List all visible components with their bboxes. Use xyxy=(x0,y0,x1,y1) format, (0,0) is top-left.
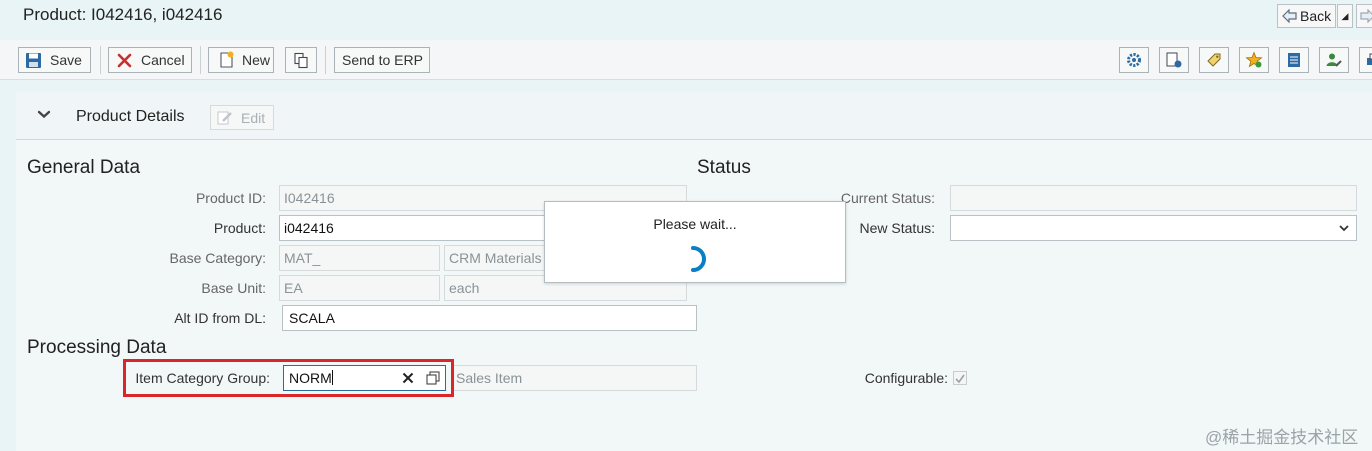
back-label: Back xyxy=(1300,8,1332,24)
copy-icon xyxy=(294,52,308,68)
back-menu-button[interactable]: ◢ xyxy=(1337,4,1353,28)
toolbar-separator xyxy=(325,46,326,74)
new-document-icon xyxy=(220,51,234,68)
star-add-icon[interactable] xyxy=(1239,47,1269,73)
tag-icon[interactable] xyxy=(1199,47,1229,73)
checkmark-icon xyxy=(955,374,965,384)
dropdown-arrow-icon: ◢ xyxy=(1341,10,1349,21)
copy-button[interactable] xyxy=(285,47,317,73)
new-label: New xyxy=(242,52,271,68)
configurable-label: Configurable: xyxy=(864,370,948,386)
chevron-down-icon[interactable] xyxy=(36,107,52,123)
save-button[interactable]: Save xyxy=(18,47,91,73)
general-data-title: General Data xyxy=(27,157,141,178)
cancel-x-icon xyxy=(117,53,132,67)
watermark-text: @稀土掘金技术社区 xyxy=(1205,428,1359,447)
product-id-label: Product ID: xyxy=(195,190,266,206)
configurable-checkbox[interactable] xyxy=(953,371,967,385)
base-unit-label: Base Unit: xyxy=(201,280,266,296)
print-icon[interactable] xyxy=(1359,47,1372,73)
save-label: Save xyxy=(50,52,82,68)
edit-label: Edit xyxy=(241,109,266,126)
highlight-box xyxy=(123,359,454,397)
back-arrow-icon xyxy=(1282,9,1297,23)
send-to-erp-label: Send to ERP xyxy=(342,52,423,68)
cancel-label: Cancel xyxy=(141,52,185,68)
toolbar-separator xyxy=(200,46,201,74)
alt-id-label: Alt ID from DL: xyxy=(174,310,266,326)
gear-icon[interactable] xyxy=(1119,47,1149,73)
cancel-button[interactable]: Cancel xyxy=(108,47,192,73)
item-category-group-desc: Sales Item xyxy=(451,365,697,391)
user-edit-icon[interactable] xyxy=(1319,47,1349,73)
page-title: Product: I042416, i042416 xyxy=(23,5,223,24)
back-button[interactable]: Back xyxy=(1277,4,1336,28)
new-button[interactable]: New xyxy=(208,47,274,73)
busy-spinner-icon xyxy=(688,246,710,272)
base-category-label: Base Category: xyxy=(169,250,267,266)
send-to-erp-button[interactable]: Send to ERP xyxy=(334,47,430,73)
panel-title: Product Details xyxy=(76,108,185,125)
forward-arrow-icon xyxy=(1360,9,1372,23)
please-wait-text: Please wait... xyxy=(653,216,737,232)
pencil-icon xyxy=(217,111,232,125)
status-title: Status xyxy=(697,157,751,178)
product-label: Product: xyxy=(213,220,266,236)
floppy-disk-icon xyxy=(26,52,41,68)
base-category-field: MAT_ xyxy=(279,245,440,271)
forward-button[interactable] xyxy=(1356,4,1372,28)
current-status-field xyxy=(950,185,1357,211)
document-settings-icon[interactable] xyxy=(1159,47,1189,73)
base-unit-field: EA xyxy=(279,275,440,301)
notes-icon[interactable] xyxy=(1279,47,1309,73)
processing-data-title: Processing Data xyxy=(27,337,167,358)
alt-id-input[interactable]: SCALA xyxy=(282,305,697,331)
edit-button[interactable]: Edit xyxy=(210,105,274,130)
toolbar-separator xyxy=(100,46,101,74)
new-status-select[interactable] xyxy=(950,215,1357,241)
chevron-down-icon xyxy=(1339,225,1349,232)
